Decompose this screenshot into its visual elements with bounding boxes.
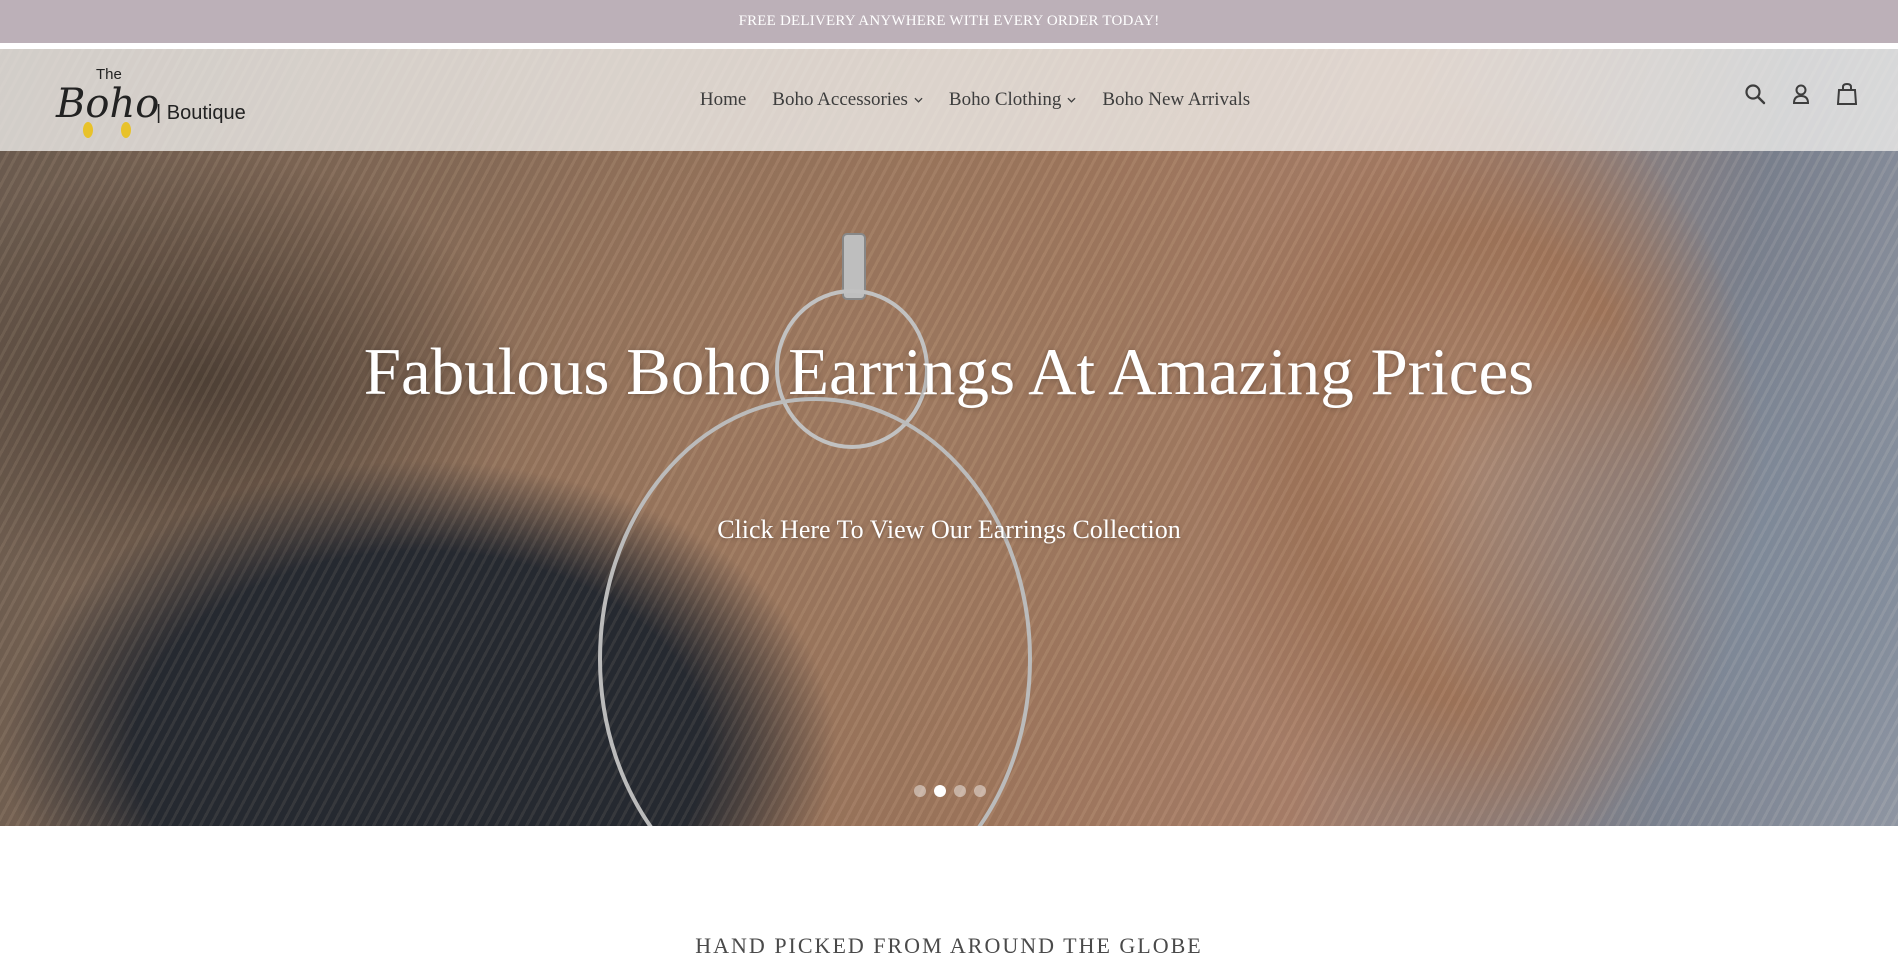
section-tagline: HAND PICKED FROM AROUND THE GLOBE (695, 933, 1203, 958)
chevron-down-icon (1067, 97, 1076, 103)
slide-dot-2[interactable] (934, 785, 946, 797)
account-button[interactable] (1790, 82, 1812, 106)
nav-item-label: Boho Accessories (772, 89, 908, 110)
slide-dot-3[interactable] (954, 785, 966, 797)
header-icons (1744, 82, 1858, 106)
nav-item-label: Boho Clothing (948, 89, 1062, 110)
account-icon (1792, 84, 1810, 104)
slideshow-dots (914, 785, 986, 797)
hero-cta-link[interactable]: Click Here To View Our Earrings Collecti… (449, 515, 1449, 545)
hero-slideshow[interactable] (0, 49, 1898, 826)
site-header: The Boho | Boutique Home Boho Accessorie… (0, 49, 1898, 151)
slide-dot-4[interactable] (974, 785, 986, 797)
slide-dot-1[interactable] (914, 785, 926, 797)
cart-button[interactable] (1836, 82, 1858, 106)
announcement-bar: FREE DELIVERY ANYWHERE WITH EVERY ORDER … (0, 0, 1898, 43)
search-icon (1745, 84, 1766, 105)
hero-overlay (0, 49, 1898, 826)
nav-item-boho-clothing[interactable]: Boho Clothing (949, 89, 1076, 111)
nav-item-label: Home (699, 89, 747, 110)
announcement-text: FREE DELIVERY ANYWHERE WITH EVERY ORDER … (738, 13, 1160, 29)
chevron-down-icon (914, 97, 923, 103)
hero-headline: Fabulous Boho Earrings At Amazing Prices (363, 335, 1535, 409)
nav-item-label: Boho New Arrivals (1102, 89, 1251, 110)
search-button[interactable] (1744, 82, 1766, 106)
nav-item-boho-new-arrivals[interactable]: Boho New Arrivals (1102, 89, 1250, 111)
main-nav: Home Boho Accessories Boho Clothing Boho… (0, 49, 1898, 151)
nav-item-boho-accessories[interactable]: Boho Accessories (772, 89, 923, 111)
cart-icon (1836, 82, 1858, 105)
nav-item-home[interactable]: Home (700, 89, 746, 111)
